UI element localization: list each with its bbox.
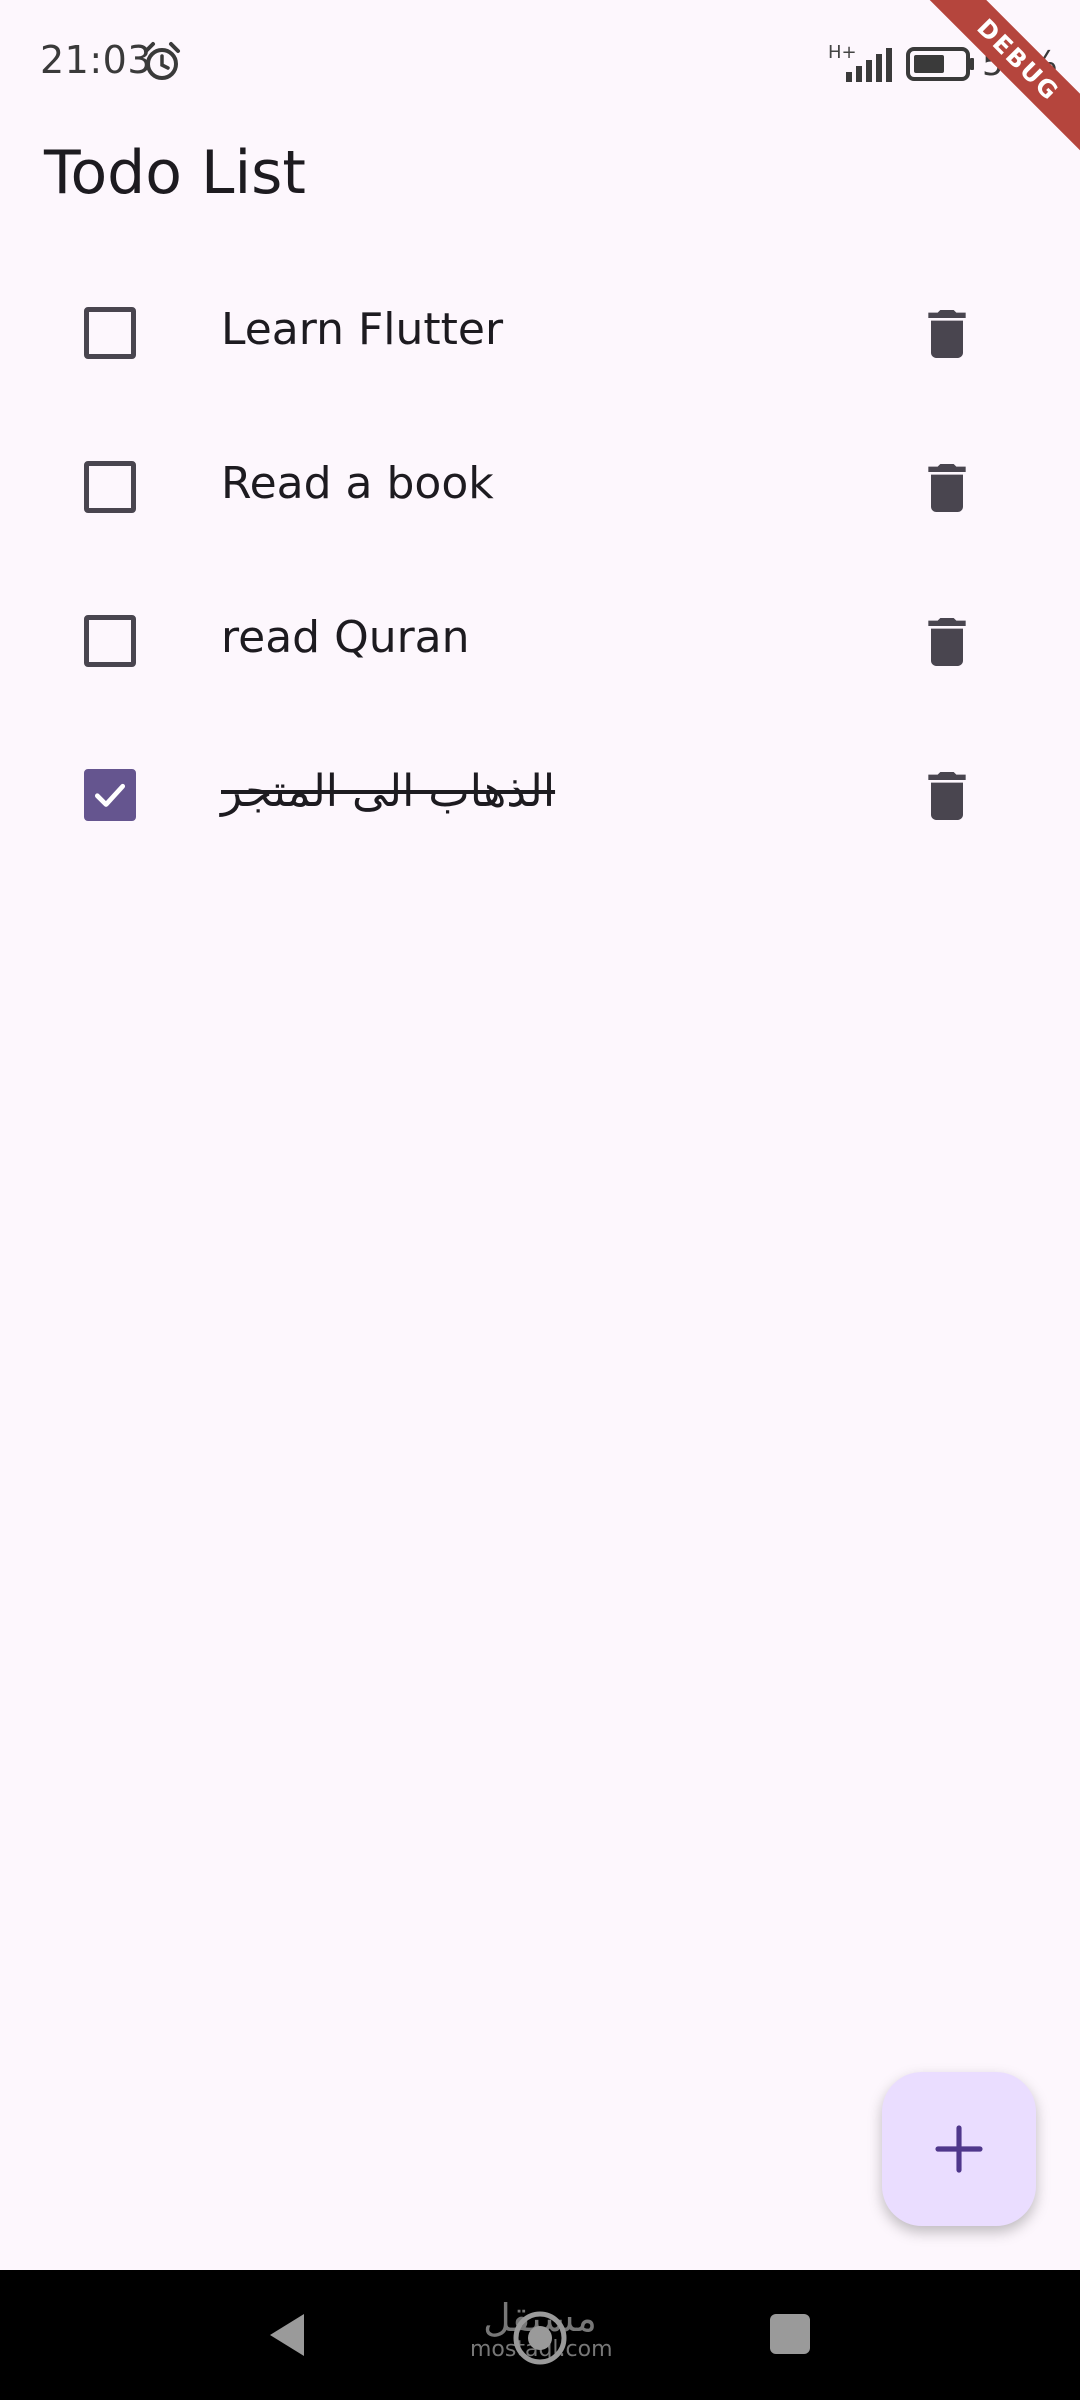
todo-item: Read a book: [0, 410, 1080, 564]
todo-label: Read a book: [221, 458, 494, 509]
todo-list: Learn Flutter Read a book read Quran الذ…: [0, 256, 1080, 872]
delete-button[interactable]: [915, 456, 979, 520]
delete-button[interactable]: [915, 610, 979, 674]
trash-icon: [928, 310, 966, 358]
status-time: 21:03: [40, 38, 153, 82]
add-todo-button[interactable]: [882, 2072, 1036, 2226]
trash-icon: [928, 464, 966, 512]
battery-icon: [906, 46, 976, 82]
todo-item: Learn Flutter: [0, 256, 1080, 410]
todo-label: Learn Flutter: [221, 304, 504, 355]
todo-checkbox[interactable]: [84, 461, 136, 513]
todo-label: الذهاب الى المتجر: [221, 766, 556, 817]
status-bar: 21:03 H+ 56%: [0, 0, 1080, 130]
home-icon[interactable]: [510, 2308, 570, 2368]
todo-item: read Quran: [0, 564, 1080, 718]
signal-icon: [824, 44, 894, 84]
alarm-icon: [140, 40, 184, 84]
back-icon[interactable]: [264, 2310, 310, 2360]
todo-checkbox[interactable]: [84, 769, 136, 821]
delete-button[interactable]: [915, 302, 979, 366]
system-nav-bar: مستقل mostaql.com: [0, 2270, 1080, 2400]
todo-checkbox[interactable]: [84, 307, 136, 359]
page-title: Todo List: [44, 138, 306, 208]
recents-icon[interactable]: [770, 2314, 810, 2354]
trash-icon: [928, 618, 966, 666]
todo-label: read Quran: [221, 612, 470, 663]
add-icon: [935, 2125, 983, 2173]
todo-item: الذهاب الى المتجر: [0, 718, 1080, 872]
trash-icon: [928, 772, 966, 820]
delete-button[interactable]: [915, 764, 979, 828]
todo-checkbox[interactable]: [84, 615, 136, 667]
check-icon: [94, 783, 126, 807]
